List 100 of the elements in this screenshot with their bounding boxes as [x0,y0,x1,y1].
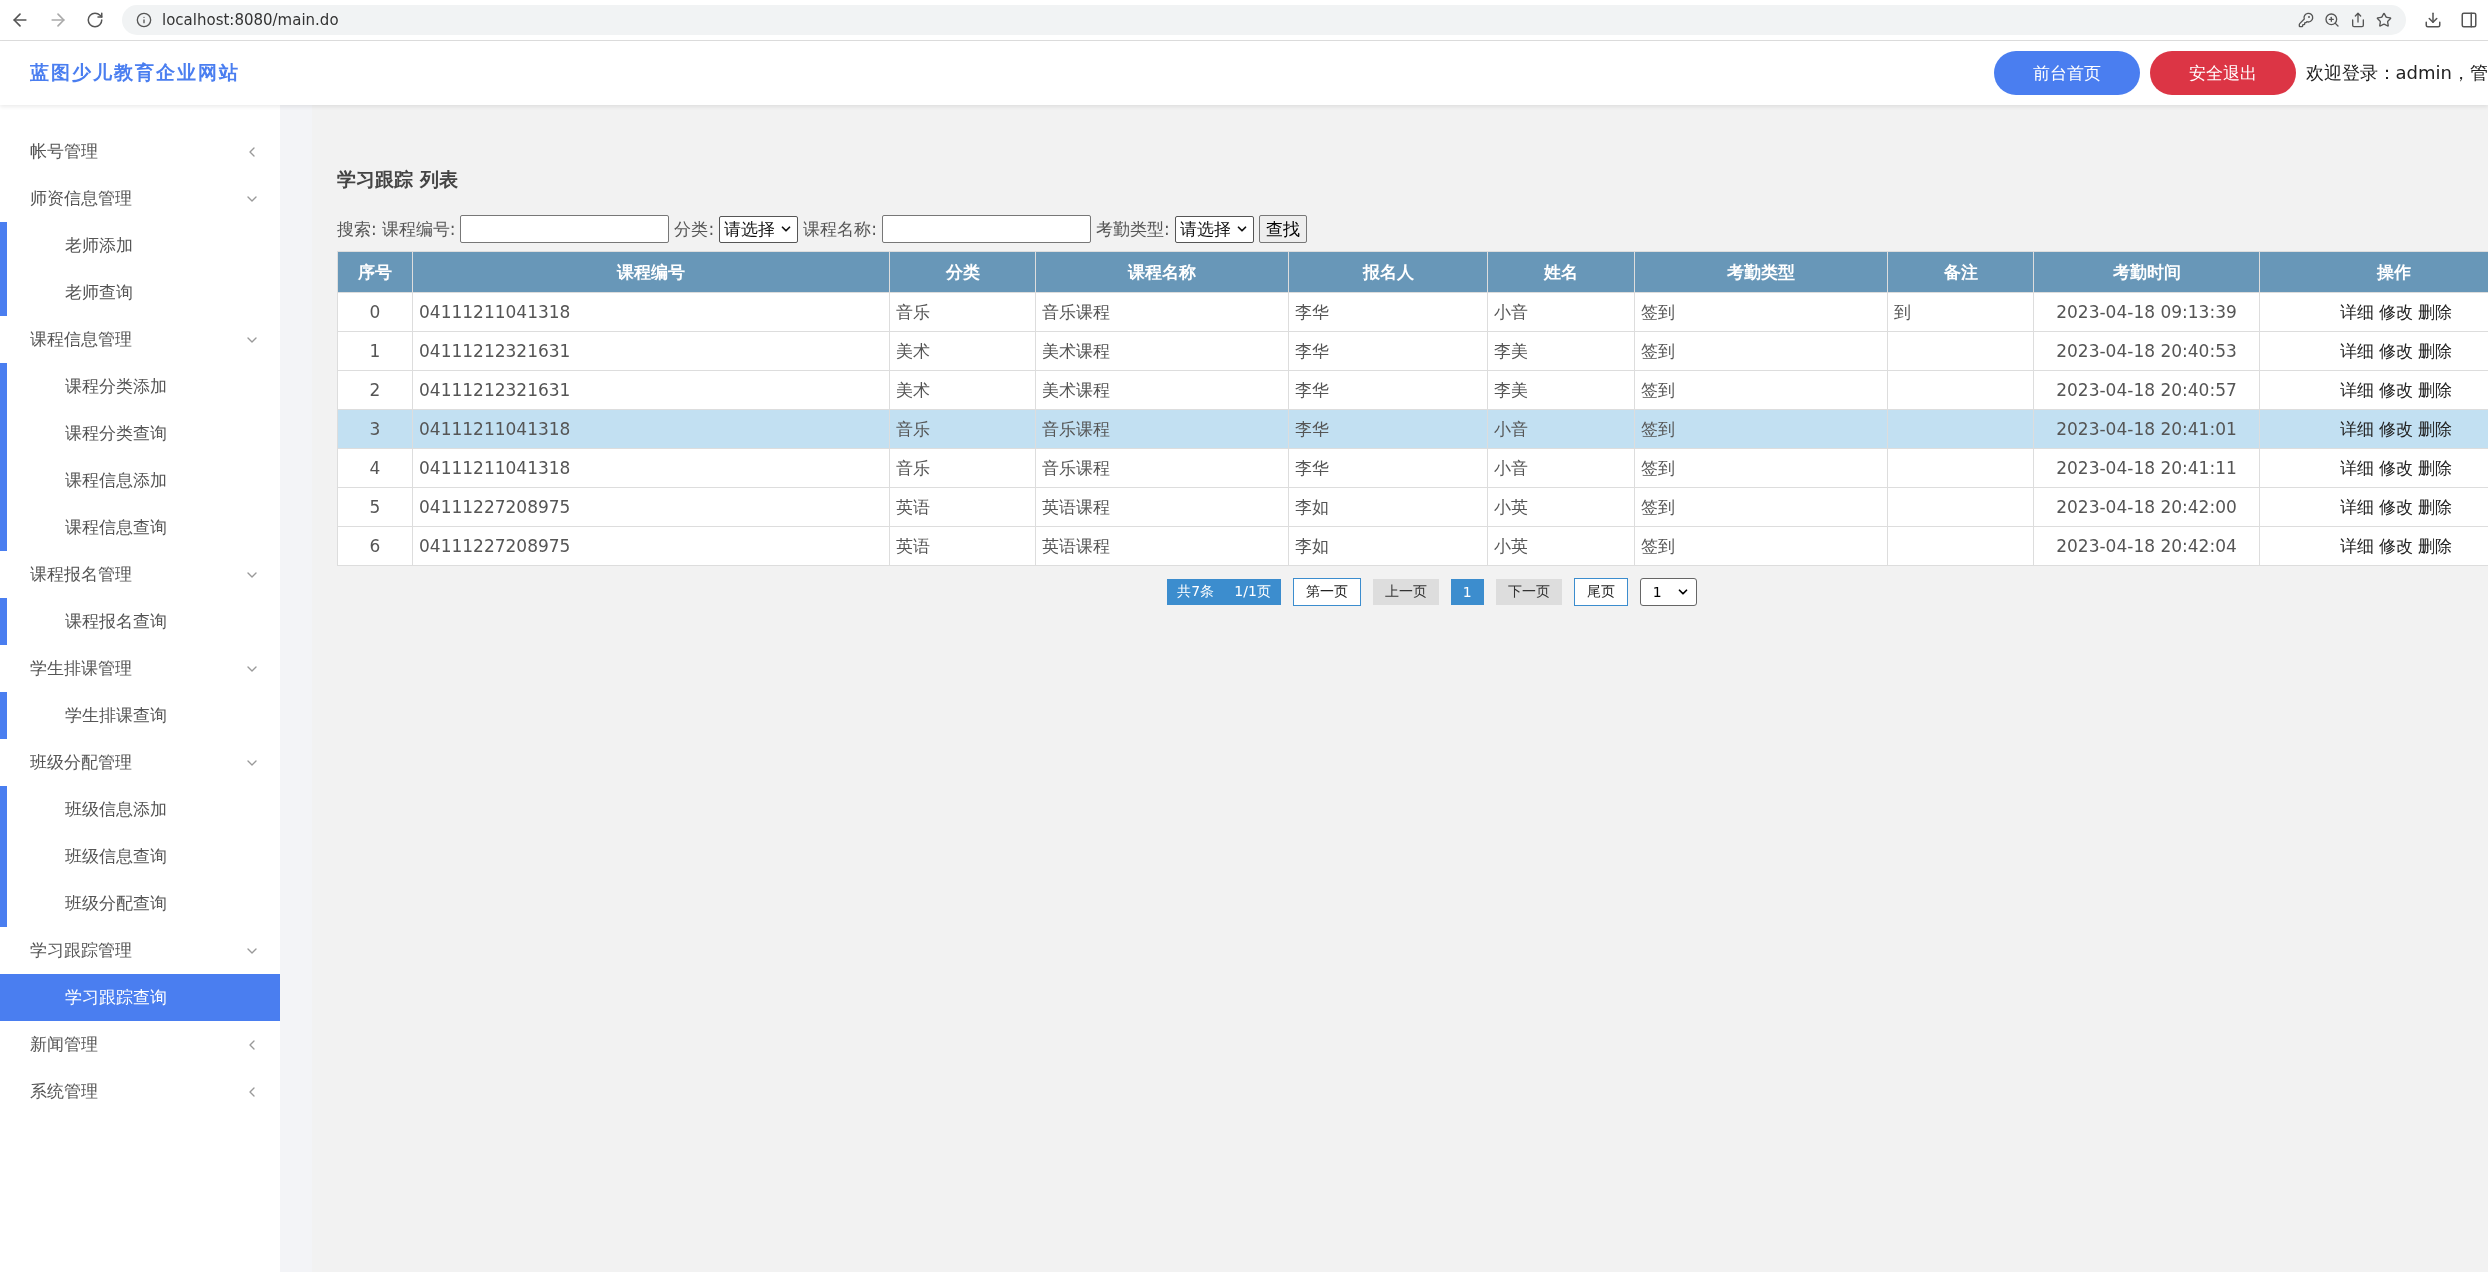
page-button[interactable]: 下一页 [1495,579,1562,605]
action-link[interactable]: 详细 [2340,496,2374,517]
action-link[interactable]: 删除 [2418,418,2452,439]
key-icon[interactable] [2298,12,2314,28]
table-cell: 李美 [1487,331,1635,371]
sidebar-group[interactable]: 新闻管理 [0,1021,280,1068]
table-cell: 李华 [1288,448,1488,488]
table-row[interactable]: 5 04111227208975 英语 英语课程 李如 小英 签到 2023-04-18 20:42:00 详细 修改 删除 [337,487,2488,527]
action-link[interactable]: 修改 [2379,301,2413,322]
url-text: localhost:8080/main.do [162,11,339,29]
welcome-text: 欢迎登录：admin，管 [2305,61,2488,85]
sidebar-group[interactable]: 师资信息管理 [0,175,280,222]
sidebar-group[interactable]: 学习跟踪管理 [0,927,280,974]
table-cell: 音乐 [889,409,1036,449]
table-cell: 5 [337,487,413,527]
action-link[interactable]: 删除 [2418,496,2452,517]
action-link[interactable]: 修改 [2379,340,2413,361]
action-link[interactable]: 修改 [2379,535,2413,556]
star-icon[interactable] [2376,12,2392,28]
action-link[interactable]: 详细 [2340,535,2374,556]
table-row[interactable]: 1 04111212321631 美术 美术课程 李华 李美 签到 2023-04-18 20:40:53 详细 修改 删除 [337,331,2488,371]
action-link[interactable]: 删除 [2418,535,2452,556]
action-link[interactable]: 修改 [2379,379,2413,400]
table-cell: 签到 [1634,409,1888,449]
page-button[interactable]: 上一页 [1372,579,1439,605]
table-cell: 英语 [889,526,1036,566]
table-cell: 1 [337,331,413,371]
reload-icon[interactable] [86,11,104,29]
sidebar-item[interactable]: 学习跟踪查询 [7,974,280,1021]
sidebar-group[interactable]: 课程报名管理 [0,551,280,598]
action-link[interactable]: 详细 [2340,301,2374,322]
page-button[interactable]: 第一页 [1292,578,1361,606]
address-bar[interactable]: localhost:8080/main.do [122,5,2406,35]
search-button[interactable]: 查找 [1258,215,1307,243]
search-label: 课程名称: [803,217,877,241]
select-dropdown[interactable]: 请选择 [1174,215,1254,243]
info-icon[interactable] [136,12,152,28]
table-cell: 04111212321631 [412,331,890,371]
share-icon[interactable] [2350,12,2366,28]
table-cell: 2023-04-18 20:40:57 [2033,370,2260,410]
table-cell: 3 [337,409,413,449]
table-row[interactable]: 2 04111212321631 美术 美术课程 李华 李美 签到 2023-04-18 20:40:57 详细 修改 删除 [337,370,2488,410]
table-row[interactable]: 0 04111211041318 音乐 音乐课程 李华 小音 签到 到 2023-04-18 09:13:39 详细 修改 删除 [337,292,2488,332]
table-cell: 美术课程 [1035,331,1289,371]
action-link[interactable]: 修改 [2379,418,2413,439]
action-link[interactable]: 修改 [2379,496,2413,517]
table-cell: 音乐课程 [1035,409,1289,449]
page-select[interactable]: 1 [1639,578,1697,606]
table-cell: 签到 [1634,292,1888,332]
table-cell: 2 [337,370,413,410]
page-title: 学习跟踪 列表 [337,167,459,192]
table-cell: 美术 [889,370,1036,410]
page-button[interactable]: 尾页 [1573,578,1628,606]
search-field[interactable] [881,215,1091,243]
page-button[interactable]: 1 [1450,579,1484,605]
table-cell: 2023-04-18 20:42:04 [2033,526,2260,566]
action-link[interactable]: 修改 [2379,457,2413,478]
search-label: 考勤类型: [1095,217,1170,241]
table-row[interactable]: 6 04111227208975 英语 英语课程 李如 小英 签到 2023-04-18 20:42:04 详细 修改 删除 [337,526,2488,566]
sidebar-group[interactable]: 帐号管理 [0,128,280,175]
table-cell: 李华 [1288,292,1488,332]
action-link[interactable]: 详细 [2340,340,2374,361]
action-link[interactable]: 删除 [2418,340,2452,361]
home-button[interactable]: 前台首页 [1993,51,2140,95]
table-cell: 签到 [1634,331,1888,371]
column-header: 课程编号 [412,251,890,293]
table-cell: 签到 [1634,487,1888,527]
table-cell: 04111227208975 [412,526,890,566]
download-icon[interactable] [2424,11,2442,29]
table-row[interactable]: 4 04111211041318 音乐 音乐课程 李华 小音 签到 2023-04-18 20:41:11 详细 修改 删除 [337,448,2488,488]
column-header: 备注 [1887,251,2034,293]
table-cell: 音乐课程 [1035,448,1289,488]
table-cell: 音乐 [889,448,1036,488]
zoom-icon[interactable] [2324,12,2340,28]
sidebar-group[interactable]: 课程信息管理 [0,316,280,363]
table-row[interactable]: 3 04111211041318 音乐 音乐课程 李华 小音 签到 2023-04-18 20:41:01 详细 修改 删除 [337,409,2488,449]
side-panel-icon[interactable] [2460,11,2478,29]
sidebar-group[interactable]: 班级分配管理 [0,739,280,786]
sidebar-group[interactable]: 系统管理 [0,1068,280,1115]
action-link[interactable]: 删除 [2418,457,2452,478]
search-field[interactable] [460,215,670,243]
select-dropdown[interactable]: 请选择 [719,215,799,243]
action-link[interactable]: 删除 [2418,379,2452,400]
site-title: 蓝图少儿教育企业网站 [30,60,241,85]
table-cell: 2023-04-18 09:13:39 [2033,292,2260,332]
table-cell: 04111211041318 [412,292,890,332]
table-cell: 2023-04-18 20:40:53 [2033,331,2260,371]
sidebar-group[interactable]: 学生排课管理 [0,645,280,692]
table-cell: 2023-04-18 20:41:11 [2033,448,2260,488]
action-link[interactable]: 详细 [2340,418,2374,439]
action-link[interactable]: 详细 [2340,457,2374,478]
table-cell: 李华 [1288,370,1488,410]
logout-button[interactable]: 安全退出 [2149,51,2296,95]
table-cell: 04111227208975 [412,487,890,527]
table-cell: 签到 [1634,448,1888,488]
search-label: 搜索: [337,217,377,241]
table-cell: 英语 [889,487,1036,527]
table-cell: 李华 [1288,409,1488,449]
action-link[interactable]: 删除 [2418,301,2452,322]
action-link[interactable]: 详细 [2340,379,2374,400]
